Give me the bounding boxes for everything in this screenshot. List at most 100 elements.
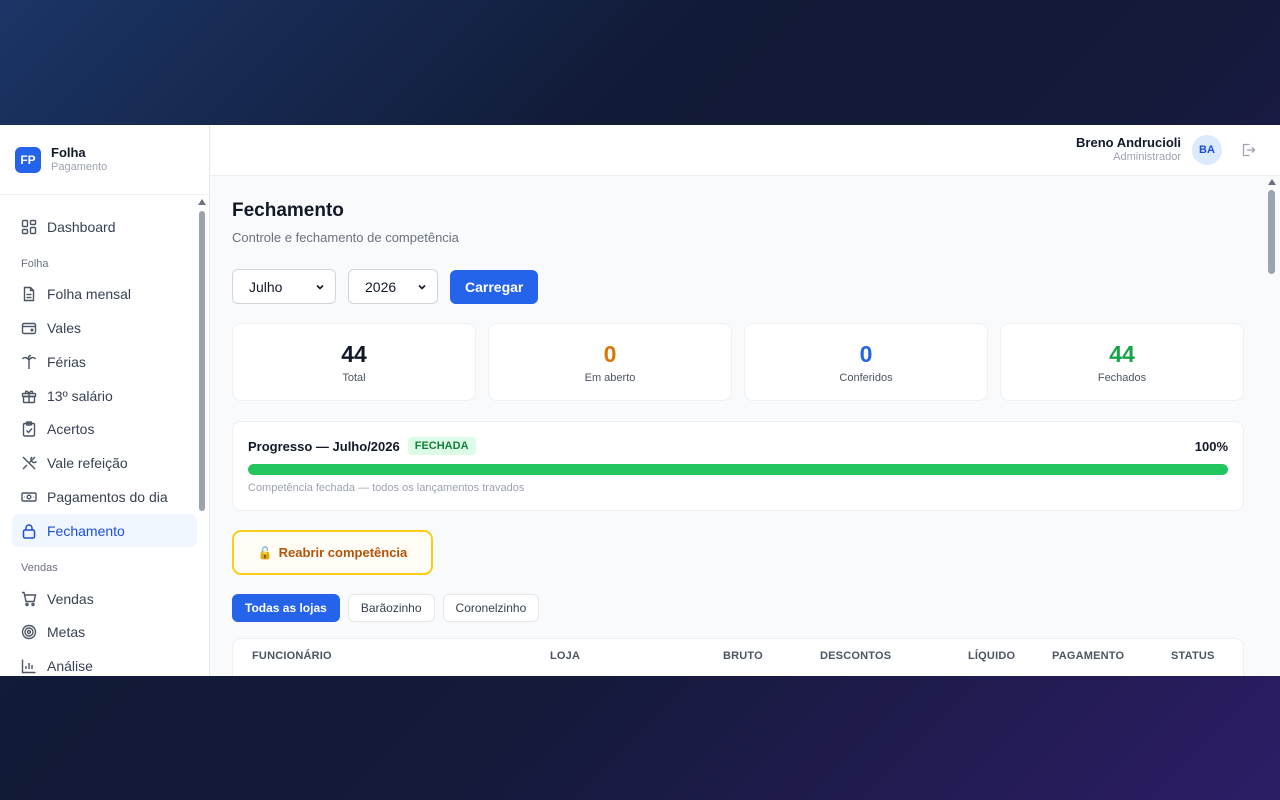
progress-bar-fill (248, 464, 1228, 475)
sidebar-item-analise[interactable]: Análise (12, 650, 197, 676)
load-button[interactable]: Carregar (450, 269, 539, 304)
sidebar-item-label: Análise (47, 658, 93, 675)
tab-todas-as-lojas[interactable]: Todas as lojas (232, 594, 340, 622)
progress-title: Progresso — Julho/2026 (248, 438, 400, 454)
month-select-value: Julho (249, 278, 283, 295)
employees-table: FUNCIONÁRIO LOJA BRUTO DESCONTOS LÍQUIDO… (232, 638, 1244, 676)
stat-card-conferidos: 0 Conferidos (744, 323, 988, 401)
scrollbar-thumb[interactable] (199, 211, 205, 511)
column-header-pagamento[interactable]: PAGAMENTO (1052, 650, 1124, 662)
sidebar-item-label: Dashboard (47, 218, 116, 235)
user-role: Administrador (1113, 151, 1181, 164)
brand-name: Folha (51, 145, 86, 161)
year-select-value: 2026 (365, 278, 397, 295)
sidebar-item-label: Fechamento (47, 522, 125, 539)
scrollbar-thumb[interactable] (1268, 190, 1275, 274)
stat-label: Fechados (1097, 371, 1147, 384)
sidebar-item-label: Vale refeição (47, 455, 128, 472)
palm-tree-icon (21, 354, 37, 370)
month-select[interactable]: Julho (232, 269, 336, 304)
stat-value: 0 (603, 340, 617, 367)
main-area: Breno Andrucioli Administrador BA Fecham… (210, 125, 1280, 676)
stat-label: Total (342, 371, 366, 384)
page-content: Fechamento Controle e fechamento de comp… (210, 176, 1280, 676)
stat-card-em-aberto: 0 Em aberto (488, 323, 732, 401)
page-title: Fechamento (232, 200, 344, 221)
sidebar: FP Folha Pagamento Dashboard Folha Folha… (0, 125, 210, 676)
progress-card: Progresso — Julho/2026 FECHADA 100% Comp… (232, 421, 1244, 511)
column-header-status[interactable]: STATUS (1171, 650, 1215, 662)
store-filter-tabs: Todas as lojas Barãozinho Coronelzinho (232, 594, 1244, 622)
filters-bar: Julho 2026 Carregar (232, 269, 1244, 304)
banknote-icon (21, 489, 37, 505)
stat-card-total: 44 Total (232, 323, 476, 401)
scroll-up-arrow-icon[interactable] (1268, 179, 1276, 185)
page-subtitle: Controle e fechamento de competência (232, 230, 459, 245)
stat-label: Em aberto (584, 371, 636, 384)
stats-row: 44 Total 0 Em aberto 0 Conferidos 44 Fec… (232, 323, 1244, 401)
sidebar-item-label: Folha mensal (47, 286, 132, 303)
stat-value: 44 (341, 340, 367, 367)
reopen-label: Reabrir competência (278, 545, 408, 560)
scroll-up-arrow-icon[interactable] (198, 199, 206, 205)
sidebar-item-vales[interactable]: Vales (12, 312, 197, 345)
sidebar-item-metas[interactable]: Metas (12, 616, 197, 649)
column-header-liquido[interactable]: LÍQUIDO (968, 650, 1015, 662)
sidebar-item-label: Metas (47, 624, 86, 641)
sidebar-item-acertos[interactable]: Acertos (12, 413, 197, 446)
column-header-funcionario[interactable]: FUNCIONÁRIO (252, 650, 332, 662)
sidebar-item-pagamentos-do-dia[interactable]: Pagamentos do dia (12, 481, 197, 514)
column-header-bruto[interactable]: BRUTO (723, 650, 763, 662)
lock-icon (21, 523, 37, 539)
chevron-down-icon (315, 279, 325, 295)
sidebar-nav: Dashboard Folha Folha mensal Vales Féria… (0, 195, 209, 676)
stat-value: 0 (859, 340, 873, 367)
sidebar-item-label: Férias (47, 353, 86, 370)
cart-icon (21, 591, 37, 607)
bar-chart-icon (21, 658, 37, 674)
app-window: FP Folha Pagamento Dashboard Folha Folha… (0, 125, 1280, 676)
stat-card-fechados: 44 Fechados (1000, 323, 1244, 401)
sidebar-item-label: Vendas (47, 590, 94, 607)
sidebar-scrollbar[interactable] (198, 199, 206, 674)
year-select[interactable]: 2026 (348, 269, 438, 304)
sidebar-item-folha-mensal[interactable]: Folha mensal (12, 278, 197, 311)
sidebar-item-label: 13º salário (47, 387, 113, 404)
wallet-icon (21, 320, 37, 336)
column-header-loja[interactable]: LOJA (550, 650, 580, 662)
brand-subtitle: Pagamento (51, 160, 108, 173)
utensils-icon (21, 455, 37, 471)
sidebar-item-label: Acertos (47, 421, 95, 438)
clipboard-check-icon (21, 421, 37, 438)
sidebar-item-label: Pagamentos do dia (47, 489, 168, 506)
tab-baraozinho[interactable]: Barãozinho (347, 594, 435, 622)
sidebar-item-vendas[interactable]: Vendas (12, 582, 197, 615)
sidebar-item-vale-refeicao[interactable]: Vale refeição (12, 447, 197, 480)
status-badge: FECHADA (407, 437, 476, 455)
sidebar-item-13-salario[interactable]: 13º salário (12, 379, 197, 412)
sidebar-item-dashboard[interactable]: Dashboard (12, 210, 197, 243)
sidebar-item-ferias[interactable]: Férias (12, 345, 197, 378)
user-info: Breno Andrucioli Administrador (1076, 135, 1181, 165)
reopen-competence-button[interactable]: 🔓 Reabrir competência (232, 530, 433, 575)
document-icon (21, 286, 37, 302)
main-scrollbar[interactable] (1267, 179, 1277, 669)
progress-note: Competência fechada — todos os lançament… (248, 482, 525, 494)
user-name: Breno Andrucioli (1076, 135, 1181, 150)
sidebar-item-label: Vales (47, 320, 81, 337)
brand[interactable]: FP Folha Pagamento (0, 125, 209, 195)
avatar[interactable]: BA (1192, 135, 1222, 165)
progress-bar (248, 464, 1228, 475)
brand-logo: FP (15, 146, 41, 173)
column-header-descontos[interactable]: DESCONTOS (820, 650, 891, 662)
chevron-down-icon (417, 279, 427, 295)
sidebar-section-folha: Folha (21, 257, 49, 270)
unlock-icon: 🔓 (257, 545, 273, 560)
progress-percent: 100% (1194, 438, 1228, 454)
target-icon (21, 624, 37, 640)
sidebar-item-fechamento[interactable]: Fechamento (12, 514, 197, 548)
dashboard-icon (21, 219, 37, 235)
tab-coronelzinho[interactable]: Coronelzinho (442, 594, 540, 622)
topbar: Breno Andrucioli Administrador BA (210, 125, 1280, 176)
logout-icon[interactable] (1240, 142, 1256, 158)
